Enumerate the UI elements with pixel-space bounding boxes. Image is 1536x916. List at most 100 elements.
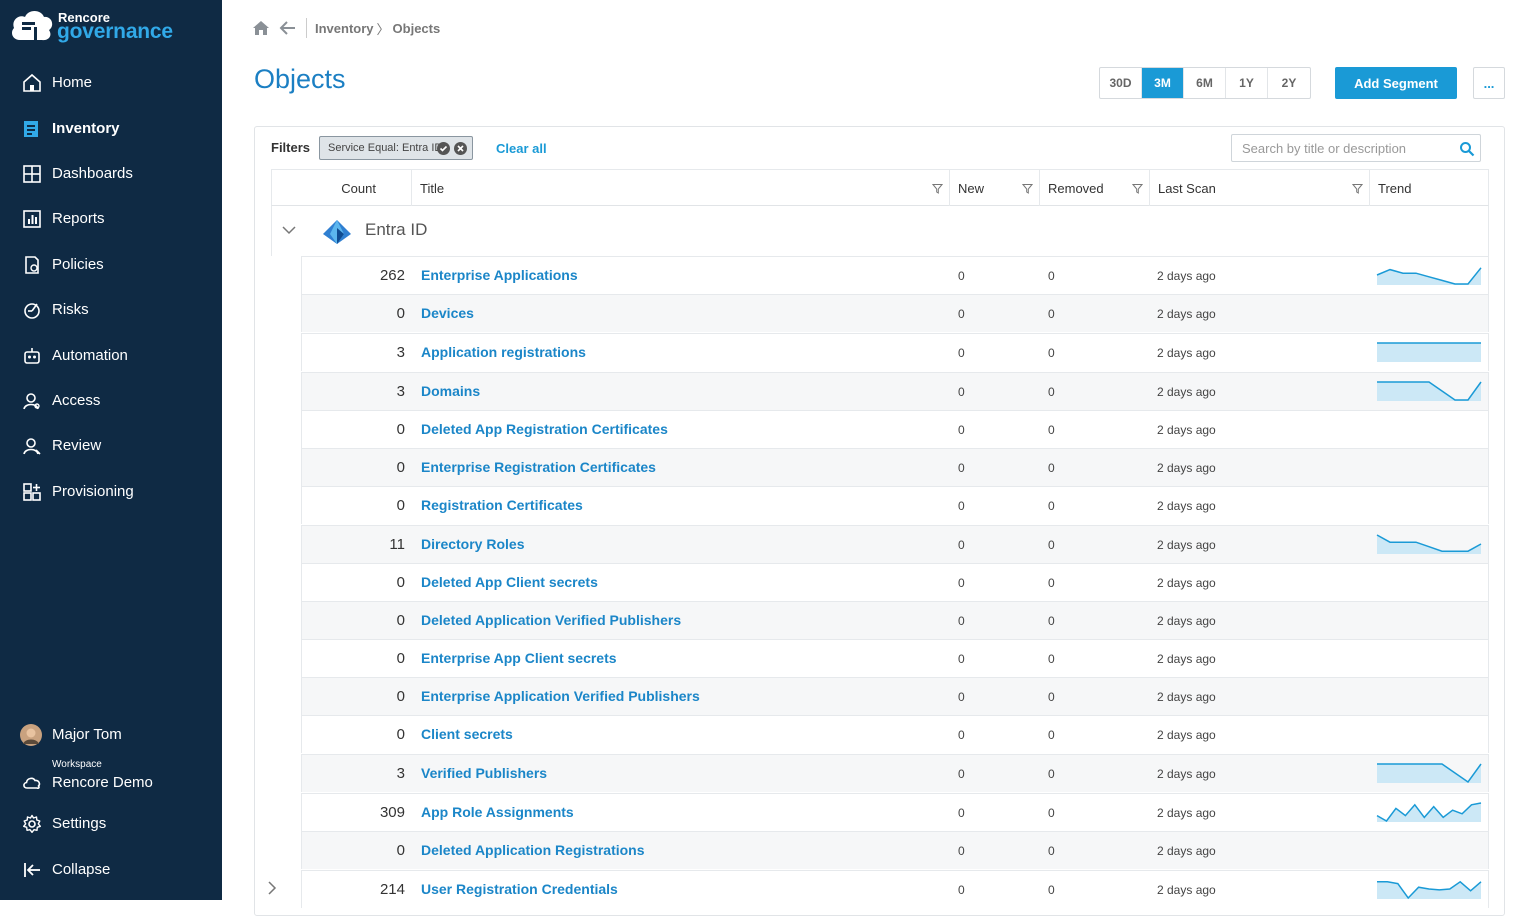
table-row[interactable]: 262 Enterprise Applications 0 0 2 days ago: [301, 256, 1489, 294]
column-removed[interactable]: Removed: [1039, 170, 1149, 206]
filter-funnel-icon[interactable]: [1352, 183, 1363, 194]
row-title-link[interactable]: Deleted App Client secrets: [421, 574, 598, 590]
table-row[interactable]: 214 User Registration Credentials 0 0 2 days…: [268, 870, 1489, 908]
settings-link[interactable]: Settings: [0, 804, 222, 844]
row-new: 0: [958, 346, 965, 360]
row-last-scan: 2 days ago: [1157, 269, 1216, 283]
table-row[interactable]: 0 Enterprise App Client secrets 0 0 2 days a…: [301, 639, 1489, 677]
search-input[interactable]: [1231, 134, 1481, 162]
row-removed: 0: [1048, 614, 1055, 628]
table-row[interactable]: 0 Deleted App Client secrets 0 0 2 days ago: [301, 563, 1489, 601]
group-row-entra-id[interactable]: Entra ID: [271, 206, 1489, 256]
row-title-link[interactable]: Enterprise Applications: [421, 267, 578, 283]
filter-funnel-icon[interactable]: [1132, 183, 1143, 194]
trend-sparkline: [1377, 381, 1482, 401]
sidebar-item-label: Dashboards: [52, 165, 133, 182]
row-new: 0: [958, 652, 965, 666]
column-new[interactable]: New: [949, 170, 1039, 206]
column-count[interactable]: Count: [272, 170, 412, 206]
sidebar-item-inventory[interactable]: Inventory: [0, 109, 222, 149]
table-row[interactable]: 3 Domains 0 0 2 days ago: [301, 372, 1489, 410]
row-title-link[interactable]: Registration Certificates: [421, 497, 583, 513]
table-row[interactable]: 0 Enterprise Application Verified Publish…: [301, 677, 1489, 715]
column-new-label: New: [958, 180, 985, 196]
row-title-link[interactable]: Enterprise App Client secrets: [421, 650, 617, 666]
range-button-6m[interactable]: 6M: [1184, 68, 1226, 98]
table-row[interactable]: 0 Client secrets 0 0 2 days ago: [301, 715, 1489, 753]
chevron-down-icon[interactable]: [282, 225, 296, 235]
table-row[interactable]: 309 App Role Assignments 0 0 2 days ago: [301, 793, 1489, 831]
table-row[interactable]: 0 Enterprise Registration Certificates 0 0 2…: [301, 448, 1489, 486]
column-last-scan[interactable]: Last Scan: [1149, 170, 1369, 206]
add-segment-button[interactable]: Add Segment: [1335, 67, 1457, 99]
search-icon[interactable]: [1459, 141, 1475, 157]
range-button-2y[interactable]: 2Y: [1268, 68, 1310, 98]
row-title-link[interactable]: Deleted App Registration Certificates: [421, 421, 668, 437]
row-title-link[interactable]: Application registrations: [421, 344, 586, 360]
range-button-30d[interactable]: 30D: [1100, 68, 1142, 98]
table-row[interactable]: 0 Registration Certificates 0 0 2 days ago: [301, 486, 1489, 524]
table-header: Count Title New Removed Last Scan Trend: [271, 169, 1489, 206]
row-last-scan: 2 days ago: [1157, 576, 1216, 590]
more-options-button[interactable]: ...: [1473, 67, 1505, 99]
column-title[interactable]: Title: [411, 170, 949, 206]
table-row[interactable]: 0 Devices 0 0 2 days ago: [301, 294, 1489, 332]
chevron-right-icon[interactable]: [266, 881, 278, 895]
filter-chip[interactable]: Service Equal: Entra ID: [319, 136, 474, 160]
row-removed: 0: [1048, 844, 1055, 858]
row-title-link[interactable]: Directory Roles: [421, 536, 524, 552]
workspace-caption: Workspace: [52, 759, 102, 770]
filter-funnel-icon[interactable]: [932, 183, 943, 194]
range-button-1y[interactable]: 1Y: [1226, 68, 1268, 98]
row-last-scan: 2 days ago: [1157, 767, 1216, 781]
time-range-selector: 30D 3M 6M 1Y 2Y: [1099, 67, 1311, 99]
back-arrow-icon[interactable]: [278, 20, 298, 36]
table-row[interactable]: 0 Deleted Application Registrations 0 0 2 da…: [301, 831, 1489, 869]
row-count: 11: [389, 536, 405, 553]
row-last-scan: 2 days ago: [1157, 614, 1216, 628]
sidebar-item-provisioning[interactable]: Provisioning: [0, 472, 222, 512]
breadcrumb-inventory[interactable]: Inventory: [315, 21, 374, 36]
table-row[interactable]: 0 Deleted Application Verified Publishers…: [301, 601, 1489, 639]
home-icon[interactable]: [252, 20, 270, 36]
range-button-3m[interactable]: 3M: [1142, 68, 1184, 98]
row-title-link[interactable]: Verified Publishers: [421, 765, 547, 781]
policies-icon: [25, 256, 39, 274]
filter-funnel-icon[interactable]: [1022, 183, 1033, 194]
user-profile[interactable]: Major Tom: [0, 715, 222, 755]
column-trend: Trend: [1369, 170, 1489, 206]
sidebar-item-access[interactable]: Access: [0, 381, 222, 421]
table-row[interactable]: 0 Deleted App Registration Certificates 0 0…: [301, 410, 1489, 448]
row-count: 309: [379, 804, 405, 821]
workspace-switcher[interactable]: Rencore Demo: [0, 763, 222, 803]
sidebar-item-automation[interactable]: Automation: [0, 336, 222, 376]
table-row[interactable]: 3 Verified Publishers 0 0 2 days ago: [301, 754, 1489, 792]
row-new: 0: [958, 690, 965, 704]
sidebar-item-home[interactable]: Home: [0, 63, 222, 103]
row-removed: 0: [1048, 346, 1055, 360]
row-title-link[interactable]: Domains: [421, 383, 480, 399]
row-title-link[interactable]: Deleted Application Verified Publishers: [421, 612, 681, 628]
sidebar-item-dashboards[interactable]: Dashboards: [0, 154, 222, 194]
clear-all-link[interactable]: Clear all: [496, 141, 547, 156]
row-title-link[interactable]: App Role Assignments: [421, 804, 574, 820]
chip-check-icon[interactable]: [437, 142, 451, 155]
row-title-link[interactable]: Deleted Application Registrations: [421, 842, 645, 858]
row-removed: 0: [1048, 690, 1055, 704]
table-row[interactable]: 11 Directory Roles 0 0 2 days ago: [301, 525, 1489, 563]
breadcrumb-divider: [306, 18, 307, 38]
sidebar-item-reports[interactable]: Reports: [0, 199, 222, 239]
sidebar-item-risks[interactable]: Risks: [0, 290, 222, 330]
collapse-button[interactable]: Collapse: [0, 850, 222, 890]
row-title-link[interactable]: User Registration Credentials: [421, 881, 618, 897]
row-title-link[interactable]: Client secrets: [421, 726, 513, 742]
rencore-logo[interactable]: Rencore governance: [10, 6, 180, 46]
sidebar-item-policies[interactable]: Policies: [0, 245, 222, 285]
row-title-link[interactable]: Devices: [421, 305, 474, 321]
row-title-link[interactable]: Enterprise Application Verified Publishe…: [421, 688, 700, 704]
row-new: 0: [958, 614, 965, 628]
table-row[interactable]: 3 Application registrations 0 0 2 days ago: [301, 333, 1489, 371]
chip-remove-icon[interactable]: [454, 142, 468, 155]
row-title-link[interactable]: Enterprise Registration Certificates: [421, 459, 656, 475]
sidebar-item-review[interactable]: Review: [0, 426, 222, 466]
